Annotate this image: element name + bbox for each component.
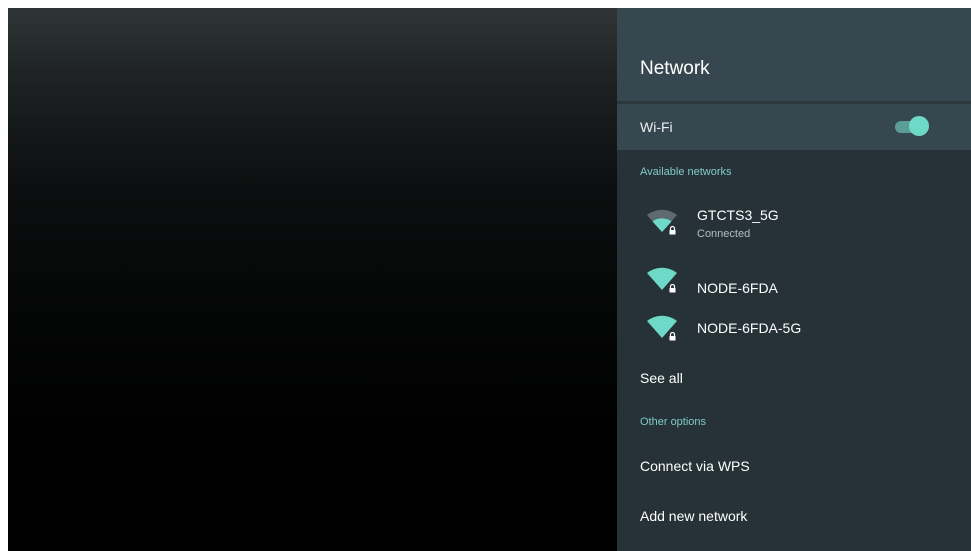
- background-image: [8, 8, 617, 551]
- panel-header: Network: [617, 8, 971, 101]
- toggle-thumb: [909, 116, 929, 136]
- network-status: Connected: [697, 228, 751, 240]
- add-new-network-button[interactable]: Add new network: [640, 508, 747, 524]
- page-title: Network: [640, 58, 710, 79]
- other-options-heading: Other options: [640, 416, 707, 428]
- network-settings-panel: Network Wi-Fi Available networks GTCTS3_…: [617, 8, 971, 551]
- network-name: NODE-6FDA: [697, 280, 778, 296]
- wifi-label: Wi-Fi: [640, 119, 673, 135]
- network-item-gtcts3-5g[interactable]: GTCTS3_5G Connected: [617, 202, 971, 246]
- wifi-toggle-row[interactable]: Wi-Fi: [617, 104, 971, 150]
- connect-via-wps-button[interactable]: Connect via WPS: [640, 458, 750, 474]
- available-networks-heading: Available networks: [640, 166, 732, 178]
- network-name: GTCTS3_5G: [697, 207, 779, 223]
- network-item-node-6fda[interactable]: NODE-6FDA: [617, 264, 971, 308]
- wifi-locked-full-icon: [647, 315, 677, 341]
- network-item-node-6fda-5g[interactable]: NODE-6FDA-5G: [617, 304, 971, 348]
- wifi-locked-weak-icon: [647, 209, 677, 235]
- wifi-locked-full-icon: [647, 267, 677, 293]
- network-name: NODE-6FDA-5G: [697, 320, 802, 336]
- see-all-networks-button[interactable]: See all: [640, 370, 683, 386]
- wifi-toggle-switch[interactable]: [895, 115, 931, 137]
- screen: Network Wi-Fi Available networks GTCTS3_…: [8, 8, 971, 551]
